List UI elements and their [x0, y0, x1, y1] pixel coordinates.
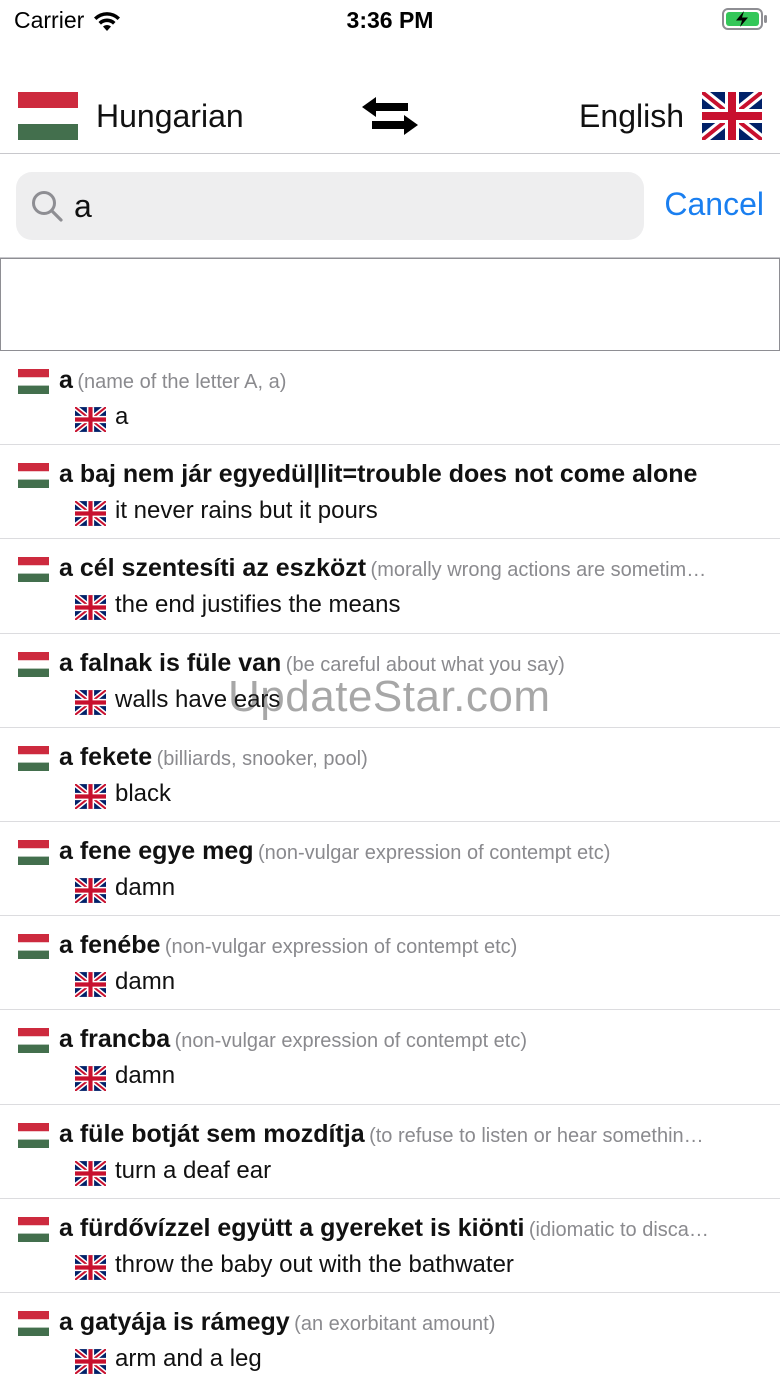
search-field[interactable] — [16, 172, 644, 240]
entry-translation: damn — [115, 968, 176, 996]
empty-panel — [0, 258, 780, 351]
uk-flag-icon — [75, 501, 106, 527]
battery-charging-icon — [722, 8, 767, 30]
entry-headword-line: a fenébe (non-vulgar expression of conte… — [59, 931, 765, 960]
hungarian-flag-icon — [18, 1122, 49, 1148]
entry-headword-line: a füle botját sem mozdítja (to refuse to… — [59, 1120, 765, 1149]
entry-translation: black — [115, 779, 172, 807]
hungarian-flag-icon — [18, 745, 49, 771]
hungarian-flag-icon — [18, 1216, 49, 1242]
entry-note: (an exorbitant amount) — [294, 1312, 496, 1335]
entry-translation: walls have ears — [115, 685, 281, 713]
entry-translation: a — [115, 403, 129, 430]
search-bar: Cancel — [0, 154, 780, 258]
entry-term: a fene egye meg — [59, 836, 254, 865]
list-item[interactable]: a fenébe (non-vulgar expression of conte… — [0, 916, 780, 1011]
entry-headword-line: a fekete (billiards, snooker, pool) — [59, 743, 765, 772]
results-list[interactable]: a (name of the letter A, a) a a baj nem … — [0, 351, 780, 1387]
uk-flag-icon — [75, 1160, 106, 1186]
source-language-button[interactable]: Hungarian — [96, 98, 244, 135]
hungarian-flag-icon — [18, 463, 49, 489]
entry-headword-line: a francba (non-vulgar expression of cont… — [59, 1025, 765, 1054]
entry-headword-line: a falnak is füle van (be careful about w… — [59, 649, 765, 678]
uk-flag-icon — [75, 972, 106, 998]
uk-flag-icon — [75, 1348, 106, 1374]
list-item[interactable]: a falnak is füle van (be careful about w… — [0, 634, 780, 728]
target-language-button[interactable]: English — [579, 98, 684, 135]
hungarian-flag-icon — [18, 369, 49, 394]
uk-flag-icon — [75, 877, 106, 903]
entry-note: (non-vulgar expression of contempt etc) — [257, 841, 611, 864]
entry-term: a füle botját sem mozdítja — [59, 1119, 365, 1148]
list-item[interactable]: a (name of the letter A, a) a — [0, 351, 780, 446]
entry-note: (idiomatic to disca… — [528, 1218, 709, 1241]
hungarian-flag-icon — [18, 839, 49, 865]
hungarian-flag-icon — [18, 557, 49, 583]
entry-term: a falnak is füle van — [59, 648, 282, 677]
entry-headword-line: a fene egye meg (non-vulgar expression o… — [59, 837, 765, 866]
entry-term: a fürdővízzel együtt a gyereket is kiönt… — [59, 1213, 525, 1242]
entry-term: a cél szentesíti az eszközt — [59, 554, 367, 583]
status-bar: Carrier 3:36 PM — [0, 0, 780, 40]
hungarian-flag-icon — [18, 1310, 49, 1336]
entry-translation: damn — [115, 1062, 176, 1090]
entry-translation: the end justifies the means — [115, 591, 401, 619]
entry-note: (billiards, snooker, pool) — [156, 747, 368, 770]
entry-translation: arm and a leg — [115, 1344, 262, 1372]
hungarian-flag-icon — [18, 651, 49, 677]
uk-flag-icon — [75, 689, 106, 715]
list-item[interactable]: a baj nem jár egyedül|lit=trouble does n… — [0, 445, 780, 540]
list-item[interactable]: a fekete (billiards, snooker, pool) blac… — [0, 728, 780, 822]
list-item[interactable]: a fürdővízzel együtt a gyereket is kiönt… — [0, 1199, 780, 1293]
entry-term: a fekete — [59, 742, 153, 771]
entry-term: a gatyája is rámegy — [59, 1307, 290, 1336]
entry-note: (to refuse to listen or hear somethin… — [369, 1124, 704, 1147]
search-icon — [32, 191, 63, 222]
list-item[interactable]: a cél szentesíti az eszközt (morally wro… — [0, 539, 780, 634]
entry-headword-line: a cél szentesíti az eszközt (morally wro… — [59, 554, 765, 583]
hungarian-flag-icon — [18, 934, 49, 960]
entry-headword-line: a fürdővízzel együtt a gyereket is kiönt… — [59, 1214, 765, 1243]
uk-flag-icon — [75, 595, 106, 621]
entry-note: (be careful about what you say) — [285, 653, 565, 676]
search-input[interactable] — [74, 182, 634, 230]
entry-term: a francba — [59, 1025, 171, 1054]
uk-flag-icon — [75, 407, 106, 432]
uk-flag-icon — [75, 1254, 106, 1280]
entry-note: (name of the letter A, a) — [77, 371, 287, 393]
status-time: 3:36 PM — [346, 7, 434, 33]
entry-term: a baj nem jár egyedül|lit=trouble does n… — [59, 460, 698, 489]
entry-term: a fenébe — [59, 931, 161, 960]
hungarian-flag-icon — [18, 1028, 49, 1054]
uk-flag-icon — [75, 783, 106, 809]
entry-headword-line: a baj nem jár egyedül|lit=trouble does n… — [59, 460, 765, 489]
entry-headword-line: a gatyája is rámegy (an exorbitant amoun… — [59, 1308, 765, 1337]
list-item[interactable]: a francba (non-vulgar expression of cont… — [0, 1010, 780, 1105]
hungarian-flag-icon[interactable] — [18, 92, 78, 140]
language-bar: Hungarian English — [0, 80, 780, 154]
entry-term: a — [59, 366, 73, 394]
entry-note: (non-vulgar expression of contempt etc) — [174, 1030, 528, 1053]
entry-translation: damn — [115, 873, 176, 901]
list-item[interactable]: a gatyája is rámegy (an exorbitant amoun… — [0, 1293, 780, 1387]
uk-flag-icon[interactable] — [702, 92, 762, 140]
cancel-button[interactable]: Cancel — [664, 186, 764, 223]
entry-note: (non-vulgar expression of contempt etc) — [164, 936, 518, 959]
entry-translation: throw the baby out with the bathwater — [115, 1250, 514, 1278]
entry-note: (morally wrong actions are sometim… — [370, 559, 707, 582]
uk-flag-icon — [75, 1066, 106, 1092]
list-item[interactable]: a fene egye meg (non-vulgar expression o… — [0, 822, 780, 917]
entry-translation: turn a deaf ear — [115, 1156, 272, 1184]
entry-headword-line: a (name of the letter A, a) — [59, 366, 765, 395]
swap-languages-icon[interactable] — [360, 94, 420, 138]
list-item[interactable]: a füle botját sem mozdítja (to refuse to… — [0, 1105, 780, 1199]
entry-translation: it never rains but it pours — [115, 497, 378, 525]
